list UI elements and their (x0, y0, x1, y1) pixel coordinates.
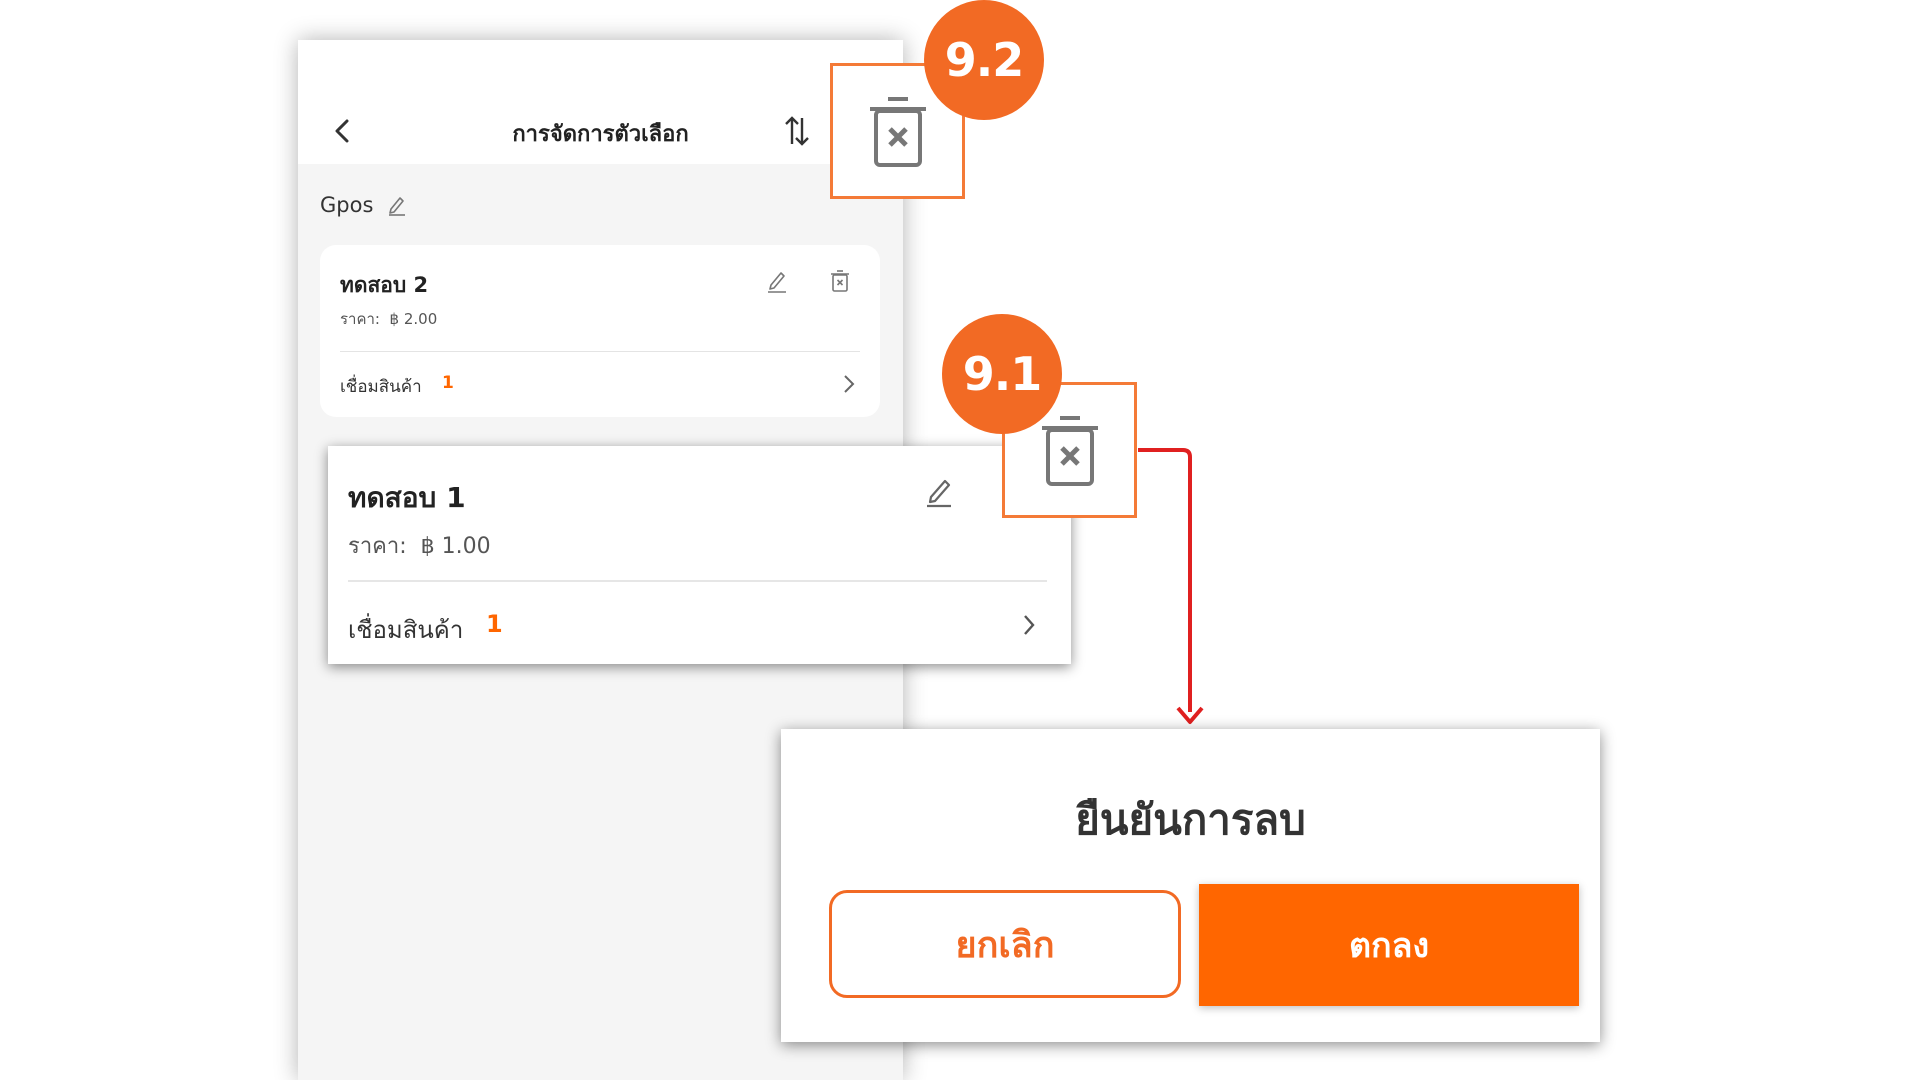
price-label: ราคา: (340, 310, 380, 328)
chevron-right-icon[interactable] (1021, 612, 1037, 638)
chevron-right-icon (844, 375, 855, 393)
link-products-label: เชื่อมสินค้า (340, 377, 422, 397)
link-products-row[interactable]: เชื่อมสินค้า 1 (340, 369, 860, 399)
cancel-button[interactable]: ยกเลิก (829, 890, 1181, 998)
option-price: ราคา: ฿ 2.00 (340, 307, 437, 331)
trash-icon[interactable] (866, 93, 930, 169)
linked-count: 1 (486, 610, 503, 638)
confirm-button[interactable]: ตกลง (1199, 884, 1579, 1006)
price-value: ฿ 1.00 (420, 534, 491, 559)
option-price: ราคา: ฿ 1.00 (348, 528, 491, 563)
edit-group-pencil-icon[interactable] (387, 194, 407, 216)
link-products-label[interactable]: เชื่อมสินค้า (348, 610, 463, 649)
sort-icon[interactable] (782, 114, 812, 148)
trash-icon[interactable] (1038, 412, 1102, 488)
option-group-row: Gpos (320, 190, 407, 220)
step-badge-9-2: 9.2 (924, 0, 1044, 120)
divider (348, 580, 1047, 582)
trash-icon[interactable] (830, 269, 850, 293)
option-card[interactable]: ทดสอบ 2 ราคา: ฿ 2.00 เชื่อมสินค้า 1 (320, 245, 880, 417)
price-value: ฿ 2.00 (389, 310, 438, 328)
option-name: ทดสอบ 1 (348, 481, 466, 514)
edit-pencil-icon[interactable] (766, 269, 788, 293)
edit-pencil-icon[interactable] (925, 476, 953, 508)
confirm-delete-dialog: ยืนยันการลบ ยกเลิก ตกลง (781, 729, 1600, 1042)
group-name: Gpos (320, 193, 374, 217)
app-header: การจัดการตัวเลือก (298, 40, 903, 164)
page-title: การจัดการตัวเลือก (512, 122, 689, 147)
option-name: ทดสอบ 2 (340, 273, 429, 297)
linked-count: 1 (442, 373, 454, 393)
price-label: ราคา: (348, 534, 407, 559)
divider (340, 351, 860, 352)
dialog-title: ยืนยันการลบ (1075, 795, 1306, 844)
step-badge-9-1: 9.1 (942, 314, 1062, 434)
option-card-zoomed[interactable]: ทดสอบ 1 ราคา: ฿ 1.00 เชื่อมสินค้า 1 (328, 446, 1071, 664)
